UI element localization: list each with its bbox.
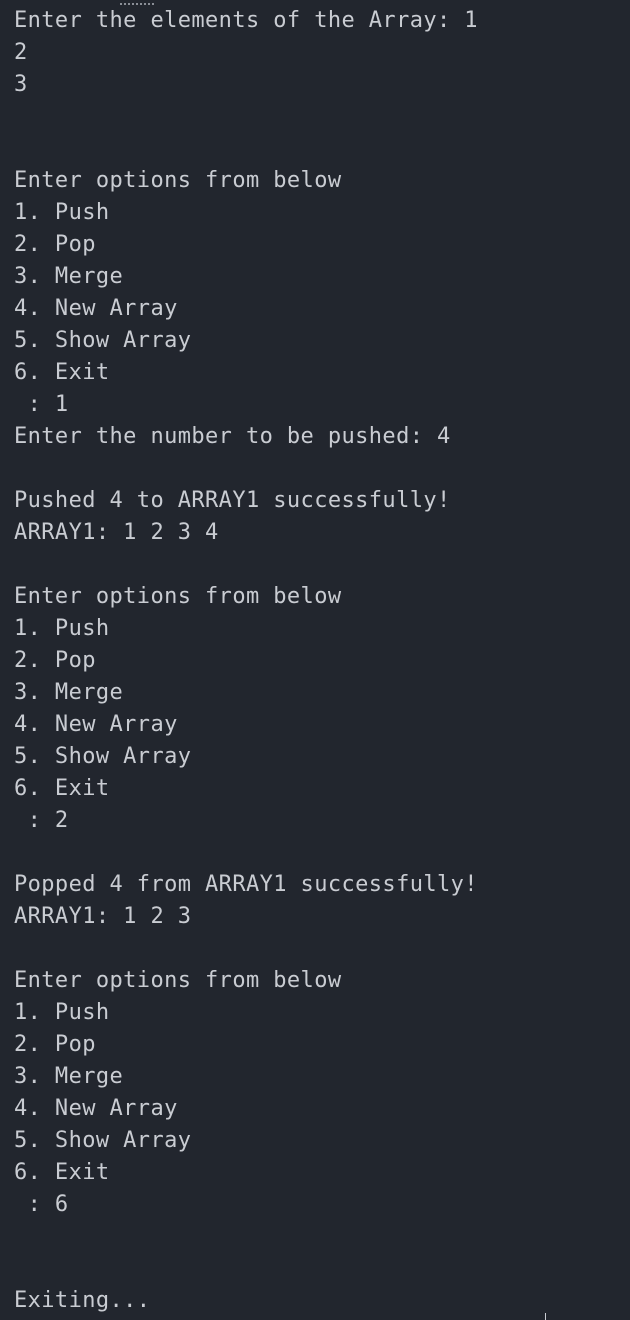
terminal-output: Enter the elements of the Array: 1 2 3 E…: [14, 5, 630, 1317]
terminal-window: Enter the elements of the Array: 1 2 3 E…: [0, 0, 630, 1320]
terminal-line: : 1: [14, 392, 69, 417]
terminal-line: 2. Pop: [14, 648, 96, 673]
terminal-line: 6. Exit: [14, 1160, 110, 1185]
terminal-line: 6. Exit: [14, 360, 110, 385]
terminal-line: 2: [14, 40, 28, 65]
terminal-line: Pushed 4 to ARRAY1 successfully!: [14, 488, 451, 513]
terminal-line: ARRAY1: 1 2 3: [14, 904, 192, 929]
terminal-line: 5. Show Array: [14, 328, 192, 353]
terminal-line: 1. Push: [14, 616, 110, 641]
terminal-line: Popped 4 from ARRAY1 successfully!: [14, 872, 478, 897]
terminal-line: 5. Show Array: [14, 1128, 192, 1153]
terminal-line: ARRAY1: 1 2 3 4: [14, 520, 219, 545]
terminal-line: 3. Merge: [14, 680, 124, 705]
terminal-line: Enter options from below: [14, 168, 342, 193]
terminal-line: 4. New Array: [14, 1096, 178, 1121]
terminal-line: 1. Push: [14, 200, 110, 225]
terminal-line: 6. Exit: [14, 776, 110, 801]
terminal-line: Enter the number to be pushed: 4: [14, 424, 451, 449]
terminal-line: : 2: [14, 808, 69, 833]
terminal-line: 4. New Array: [14, 296, 178, 321]
terminal-line: 1. Push: [14, 1000, 110, 1025]
terminal-line: : 6: [14, 1192, 69, 1217]
terminal-line: 3: [14, 72, 28, 97]
terminal-line: 4. New Array: [14, 712, 178, 737]
terminal-line: 2. Pop: [14, 232, 96, 257]
terminal-line: 5. Show Array: [14, 744, 192, 769]
terminal-line: Enter the elements of the Array: 1: [14, 8, 478, 33]
terminal-line: 2. Pop: [14, 1032, 96, 1057]
terminal-line: Enter options from below: [14, 968, 342, 993]
text-cursor: [545, 1313, 546, 1320]
terminal-line: Exiting...: [14, 1288, 151, 1313]
terminal-line: 3. Merge: [14, 1064, 124, 1089]
terminal-line: 3. Merge: [14, 264, 124, 289]
terminal-line: Enter options from below: [14, 584, 342, 609]
